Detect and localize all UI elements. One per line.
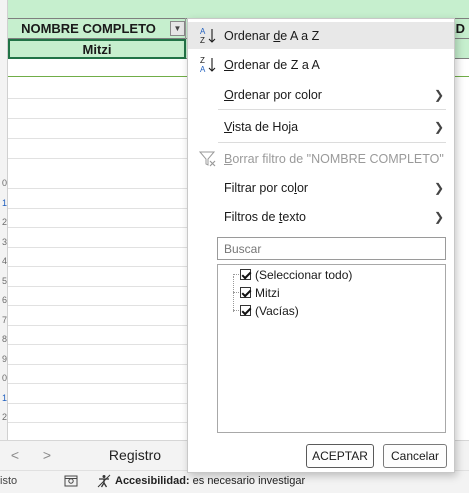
menu-item-sort-a-to-z[interactable]: A Z Ordenar de A a Z — [188, 22, 454, 49]
accessibility-value: es necesario investigar — [192, 475, 306, 487]
chevron-right-icon: ❯ — [433, 87, 444, 102]
grid-row-line — [8, 344, 188, 345]
row-number[interactable]: 5 — [0, 276, 7, 286]
grid-row-line — [8, 266, 188, 267]
menu-item-label: Ordenar de A a Z — [224, 28, 320, 43]
grid-row-line — [8, 118, 188, 119]
grid-row-line — [8, 138, 188, 139]
tree-connector — [233, 274, 239, 275]
chevron-right-icon: ❯ — [433, 119, 444, 134]
row-number[interactable]: 4 — [0, 256, 7, 266]
tree-connector — [233, 276, 234, 312]
grid-row-line — [8, 422, 188, 423]
grid-row-line — [8, 98, 188, 99]
next-sheet-arrow-icon[interactable]: > — [40, 447, 54, 463]
menu-item-text-filters[interactable]: Filtros de texto ❯ — [188, 203, 454, 230]
grid-row-line — [8, 227, 188, 228]
svg-text:Z: Z — [200, 36, 205, 45]
chevron-right-icon: ❯ — [433, 209, 444, 224]
tree-connector — [233, 310, 239, 311]
checklist-item-select-all[interactable]: (Seleccionar todo) — [240, 266, 352, 283]
checkbox-checked[interactable] — [240, 269, 251, 280]
menu-item-filter-by-color[interactable]: Filtrar por color ❯ — [188, 174, 454, 201]
tree-connector — [233, 292, 239, 293]
checklist-item-mitzi[interactable]: Mitzi — [240, 284, 280, 301]
row-number[interactable]: 1 — [0, 198, 7, 208]
accessibility-icon[interactable] — [97, 474, 111, 488]
filter-dropdown-button[interactable]: ▼ — [170, 21, 185, 36]
row-number[interactable]: 0 — [0, 178, 7, 188]
row-number[interactable]: 9 — [0, 354, 7, 364]
dropdown-arrow-icon: ▼ — [173, 24, 182, 33]
row-number[interactable]: 2 — [0, 412, 7, 422]
menu-item-sort-z-to-a[interactable]: Z A Ordenar de Z a A — [188, 51, 454, 78]
grid-row-line — [8, 246, 188, 248]
row-number[interactable]: 7 — [0, 315, 7, 325]
macro-record-icon[interactable] — [64, 474, 78, 488]
checklist-item-label: Mitzi — [255, 285, 280, 300]
cell-value: Mitzi — [82, 41, 112, 57]
menu-item-label: Borrar filtro de "NOMBRE COMPLETO" — [224, 151, 444, 166]
checkbox-checked[interactable] — [240, 305, 251, 316]
grid-row-line — [8, 324, 188, 326]
grid-row-line — [8, 305, 188, 306]
search-placeholder: Buscar — [224, 242, 262, 256]
grid-row-line — [8, 285, 188, 287]
menu-item-label: Ordenar por color — [224, 87, 322, 102]
sheet-tab-label: Registro — [108, 447, 162, 463]
row-number[interactable]: 8 — [0, 334, 7, 344]
grid-row-line — [8, 207, 188, 209]
ok-button[interactable]: ACEPTAR — [306, 444, 374, 468]
checklist-item-label: (Vacías) — [255, 303, 299, 318]
grid-row-line — [8, 158, 188, 159]
menu-item-sheet-view[interactable]: Vista de Hoja ❯ — [188, 113, 454, 140]
menu-item-sort-by-color[interactable]: Ordenar por color ❯ — [188, 81, 454, 108]
grid-row-line — [8, 363, 188, 365]
selected-cell[interactable]: Mitzi — [8, 39, 186, 59]
row-number[interactable]: 2 — [0, 217, 7, 227]
grid-row-line — [8, 383, 188, 384]
accessibility-status[interactable]: Accesibilidad: es necesario investigar — [115, 475, 305, 487]
menu-item-label: Filtros de texto — [224, 209, 307, 224]
sheet-tab-registro[interactable]: Registro — [96, 444, 174, 466]
menu-separator — [218, 109, 446, 110]
menu-item-label: Vista de Hoja — [224, 119, 299, 134]
status-mode-text: isto — [0, 475, 18, 487]
menu-item-label: Ordenar de Z a A — [224, 57, 320, 72]
cancel-button[interactable]: Cancelar — [383, 444, 447, 468]
header-cell-label: NOMBRE COMPLETO — [21, 21, 156, 36]
table-top-band — [8, 0, 469, 18]
row-number[interactable]: 3 — [0, 237, 7, 247]
chevron-right-icon: ❯ — [433, 180, 444, 195]
header-cell-nombre-completo[interactable]: NOMBRE COMPLETO — [8, 18, 186, 39]
sort-z-to-a-icon: Z A — [198, 55, 218, 75]
svg-text:A: A — [200, 65, 206, 74]
prev-sheet-arrow-icon[interactable]: < — [8, 447, 22, 463]
clear-filter-icon — [198, 149, 218, 169]
sort-a-to-z-icon: A Z — [198, 26, 218, 46]
grid-row-line — [8, 402, 188, 404]
menu-item-clear-filter[interactable]: Borrar filtro de "NOMBRE COMPLETO" — [188, 145, 454, 172]
grid-row-line — [8, 188, 188, 189]
svg-text:A: A — [200, 27, 206, 36]
checklist-item-label: (Seleccionar todo) — [255, 267, 353, 282]
search-input[interactable]: Buscar — [217, 237, 446, 260]
menu-separator — [218, 142, 446, 143]
row-number[interactable]: 0 — [0, 373, 7, 383]
row-number[interactable]: 1 — [0, 393, 7, 403]
checkbox-checked[interactable] — [240, 287, 251, 298]
menu-item-label: Filtrar por color — [224, 180, 309, 195]
accessibility-label: Accesibilidad: — [115, 475, 190, 487]
checklist-item-blanks[interactable]: (Vacías) — [240, 302, 299, 319]
svg-text:Z: Z — [200, 56, 205, 65]
row-number[interactable]: 6 — [0, 295, 7, 305]
